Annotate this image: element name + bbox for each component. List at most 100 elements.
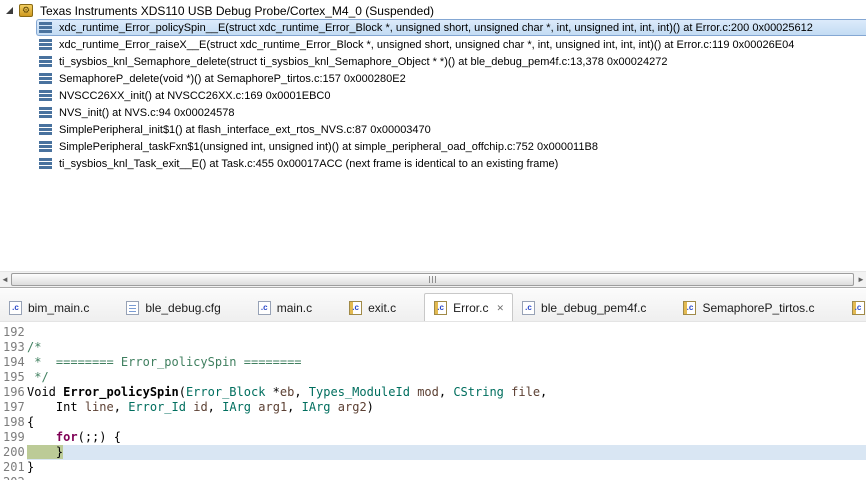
code-token: */ <box>27 370 49 384</box>
editor-tab-label: SemaphoreP_tirtos.c <box>702 301 814 315</box>
scroll-left-icon[interactable]: ◄ <box>0 273 10 286</box>
stack-frame[interactable]: NVSCC26XX_init() at NVSCC26XX.c:169 0x00… <box>36 87 866 104</box>
code-token: id <box>193 400 207 414</box>
stack-frame[interactable]: xdc_runtime_Error_raiseX__E(struct xdc_r… <box>36 36 866 53</box>
editor-tab[interactable]: .c main.c <box>249 295 340 321</box>
stack-frame-label: SimplePeripheral_taskFxn$1(unsigned int,… <box>59 141 598 153</box>
debug-session-title: Texas Instruments XDS110 USB Debug Probe… <box>40 4 434 18</box>
code-token: , <box>114 400 128 414</box>
scrollbar-thumb[interactable] <box>11 273 854 286</box>
stack-frame-label: xdc_runtime_Error_raiseX__E(struct xdc_r… <box>59 39 794 51</box>
code-token: IArg <box>302 400 331 414</box>
code-token <box>78 400 85 414</box>
code-token: line <box>85 400 114 414</box>
code-token: * ======== Error_policySpin ======== <box>27 355 302 369</box>
code-line-text: Int line, Error_Id id, IArg arg1, IArg a… <box>27 400 866 415</box>
scroll-right-icon[interactable]: ► <box>856 273 866 286</box>
code-token: IArg <box>222 400 251 414</box>
code-line[interactable]: 199 for(;;) { <box>0 430 866 445</box>
editor-tab[interactable]: .cbim_main.c <box>0 295 117 321</box>
stack-frame[interactable]: ti_sysbios_knl_Semaphore_delete(struct t… <box>36 53 866 70</box>
code-line[interactable]: 194 * ======== Error_policySpin ======== <box>0 355 866 370</box>
editor-tab[interactable]: ble_debug.cfg <box>117 295 248 321</box>
c-file-yellow-icon: .c <box>349 301 362 315</box>
c-file-yellow-icon: .c <box>434 301 447 315</box>
stack-frame-icon <box>39 56 52 67</box>
code-token: Types_ModuleId <box>309 385 410 399</box>
line-number[interactable]: 193 <box>0 340 27 355</box>
line-number[interactable]: 192 <box>0 325 27 340</box>
stack-frame-icon <box>39 90 52 101</box>
editor-tab[interactable]: .cexit.c <box>340 295 424 321</box>
code-editor[interactable]: 192193/*194 * ======== Error_policySpin … <box>0 322 866 480</box>
code-token: for <box>56 430 78 444</box>
stack-frame[interactable]: ti_sysbios_knl_Task_exit__E() at Task.c:… <box>36 155 866 172</box>
stack-frame-icon <box>39 39 52 50</box>
code-line-text: { <box>27 415 866 430</box>
stack-frame-label: NVSCC26XX_init() at NVSCC26XX.c:169 0x00… <box>59 90 330 102</box>
code-line[interactable]: 196Void Error_policySpin(Error_Block *eb… <box>0 385 866 400</box>
line-number[interactable]: 202 <box>0 475 27 480</box>
code-token: /* <box>27 340 41 354</box>
code-token: { <box>27 415 34 429</box>
editor-tab[interactable]: .cNVSCC26XX <box>843 295 866 321</box>
line-number[interactable]: 196 <box>0 385 27 400</box>
code-line[interactable]: 200 } <box>0 445 866 460</box>
stack-frame-label: NVS_init() at NVS.c:94 0x00024578 <box>59 107 235 119</box>
editor-tab-label: main.c <box>277 301 312 315</box>
code-line[interactable]: 193/* <box>0 340 866 355</box>
editor-tab-label: ble_debug_pem4f.c <box>541 301 646 315</box>
tree-expand-icon[interactable] <box>6 7 13 14</box>
line-number[interactable]: 200 <box>0 445 27 460</box>
stack-frame[interactable]: SimplePeripheral_init$1() at flash_inter… <box>36 121 866 138</box>
debug-probe-icon: ⚙ <box>19 4 33 17</box>
code-token: , <box>294 385 308 399</box>
stack-frame[interactable]: SimplePeripheral_taskFxn$1(unsigned int,… <box>36 138 866 155</box>
c-file-icon: .c <box>9 301 22 315</box>
stack-frame-icon <box>39 141 52 152</box>
code-line[interactable]: 201} <box>0 460 866 475</box>
stack-frame[interactable]: NVS_init() at NVS.c:94 0x00024578 <box>36 104 866 121</box>
code-token: Int <box>56 400 78 414</box>
line-number[interactable]: 194 <box>0 355 27 370</box>
editor-area: .cbim_main.c ble_debug.cfg .c main.c .cexit.… <box>0 289 866 480</box>
stack-frame[interactable]: xdc_runtime_Error_policySpin__E(struct x… <box>36 19 866 36</box>
code-token: eb <box>280 385 294 399</box>
code-token: Error_Id <box>128 400 186 414</box>
code-line[interactable]: 197 Int line, Error_Id id, IArg arg1, IA… <box>0 400 866 415</box>
close-icon[interactable]: ✕ <box>496 303 504 313</box>
cfg-file-icon <box>126 301 139 315</box>
code-token: (;;) { <box>78 430 121 444</box>
stack-frame[interactable]: SemaphoreP_delete(void *)() at Semaphore… <box>36 70 866 87</box>
debug-session-row[interactable]: ⚙ Texas Instruments XDS110 USB Debug Pro… <box>4 2 434 19</box>
editor-tab[interactable]: .c Error.c ✕ <box>424 293 513 322</box>
debug-call-stack-pane: ⚙ Texas Instruments XDS110 USB Debug Pro… <box>0 0 866 271</box>
code-line[interactable]: 202 <box>0 475 866 480</box>
code-line[interactable]: 198{ <box>0 415 866 430</box>
editor-tab[interactable]: .cSemaphoreP_tirtos.c <box>674 295 842 321</box>
c-file-icon: .c <box>522 301 535 315</box>
c-file-icon: .c <box>258 301 271 315</box>
code-token: arg2 <box>338 400 367 414</box>
code-line-text: } <box>27 460 866 475</box>
debug-pane-hscrollbar[interactable]: ◄ ► <box>0 271 866 288</box>
code-token: ) <box>367 400 374 414</box>
editor-tab-label: ble_debug.cfg <box>145 301 220 315</box>
code-line-text: /* <box>27 340 866 355</box>
stack-frame-icon <box>39 124 52 135</box>
line-number[interactable]: 199 <box>0 430 27 445</box>
code-token: , <box>287 400 301 414</box>
editor-tab-label: Error.c <box>453 301 488 315</box>
scrollbar-grip-icon <box>429 276 437 283</box>
line-number[interactable]: 198 <box>0 415 27 430</box>
code-token <box>27 400 56 414</box>
code-token: Error_Block <box>186 385 265 399</box>
code-line[interactable]: 195 */ <box>0 370 866 385</box>
line-number[interactable]: 201 <box>0 460 27 475</box>
line-number[interactable]: 197 <box>0 400 27 415</box>
execution-pointer-highlight: } <box>27 445 63 459</box>
line-number[interactable]: 195 <box>0 370 27 385</box>
editor-tabbar: .cbim_main.c ble_debug.cfg .c main.c .cexit.… <box>0 289 866 322</box>
editor-tab[interactable]: .c ble_debug_pem4f.c <box>513 295 674 321</box>
code-line[interactable]: 192 <box>0 325 866 340</box>
